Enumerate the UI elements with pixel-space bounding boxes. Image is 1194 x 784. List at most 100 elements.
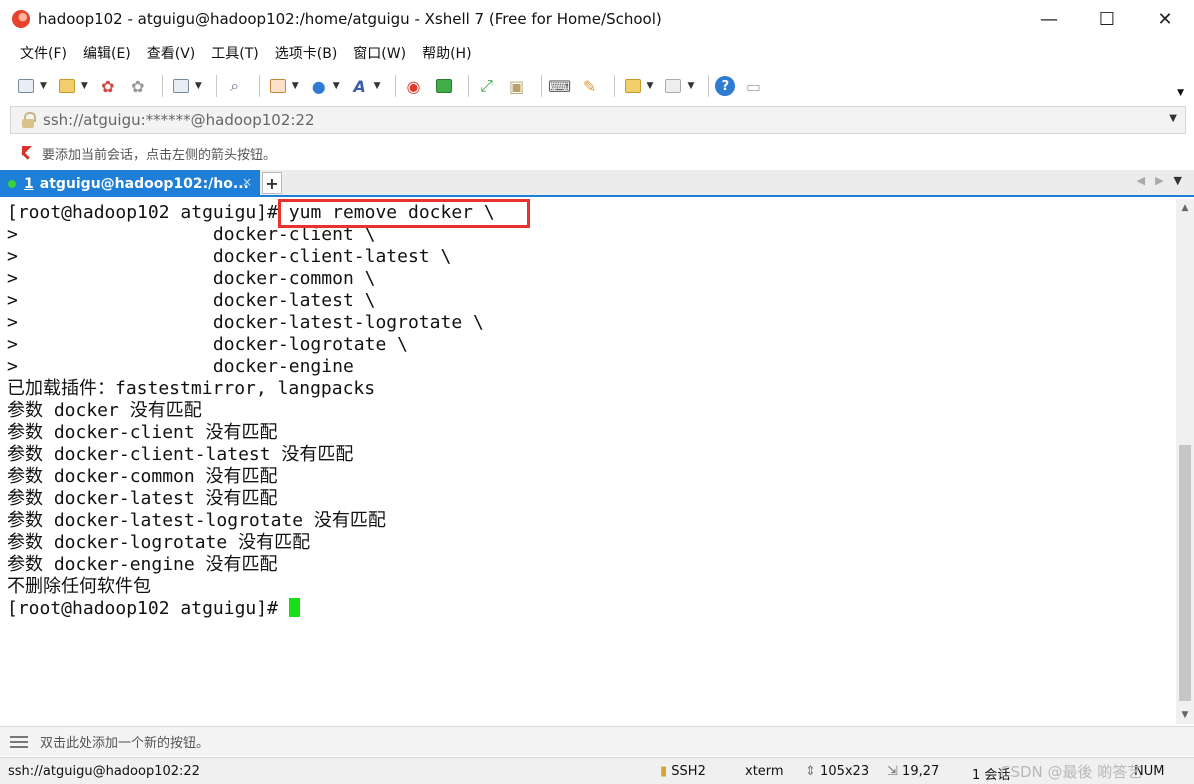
highlight-pen-icon[interactable]: ✎	[578, 74, 602, 98]
cursor-pos-icon: ⇲	[887, 764, 898, 779]
menu-help[interactable]: 帮助(H)	[414, 43, 479, 63]
terminal-line: [root@hadoop102 atguigu]# yum remove doc…	[7, 202, 1176, 224]
chat-icon[interactable]: ▭	[741, 74, 765, 98]
status-protocol: ▮ SSH2	[660, 764, 706, 779]
terminal-line: 已加载插件：fastestmirror, langpacks	[7, 378, 376, 399]
scroll-down-icon[interactable]: ▼	[1176, 706, 1194, 724]
menu-window[interactable]: 窗口(W)	[345, 43, 414, 63]
font-dropdown-icon[interactable]: ▼	[374, 81, 381, 91]
tab-close-icon[interactable]: ×	[242, 175, 252, 189]
transfer-icon[interactable]	[266, 74, 290, 98]
maximize-button[interactable]: ☐	[1078, 0, 1136, 38]
properties-icon[interactable]	[169, 74, 193, 98]
disconnect-icon[interactable]: ✿	[126, 74, 150, 98]
quick-session-hint: 要添加当前会话，点击左侧的箭头按钮。	[42, 147, 277, 163]
add-session-arrow-icon[interactable]	[20, 146, 34, 160]
new-session-dropdown-icon[interactable]: ▼	[40, 81, 47, 91]
add-button-hint: 双击此处添加一个新的按钮。	[40, 736, 210, 751]
menu-view[interactable]: 查看(V)	[139, 43, 204, 63]
terminal-scrollbar[interactable]: ▲ ▼	[1176, 199, 1194, 724]
status-connection: ssh://atguigu@hadoop102:22	[8, 764, 200, 779]
lock-icon	[21, 112, 36, 128]
tab-bar: 1 atguigu@hadoop102:/ho... × + ◀ ▶ ▼	[0, 170, 1194, 197]
terminal-line: > docker-latest \	[7, 290, 376, 311]
terminal-line: > docker-common \	[7, 268, 376, 289]
reconnect-icon[interactable]: ✿	[96, 74, 120, 98]
terminal-line: 参数 docker-logrotate 没有匹配	[7, 532, 311, 553]
terminal-line: 参数 docker-common 没有匹配	[7, 466, 278, 487]
tab-list-dropdown-icon[interactable]: ▼	[1174, 174, 1182, 187]
tab-number: 1	[24, 175, 34, 192]
tab-label: atguigu@hadoop102:/ho...	[39, 175, 249, 192]
csdn-watermark: CSDN @最後 啲答艺	[1000, 763, 1143, 781]
toolbar-divider	[161, 75, 163, 97]
address-dropdown-icon[interactable]: ▼	[1169, 113, 1177, 124]
terminal-line: 参数 docker-client 没有匹配	[7, 422, 278, 443]
toolbar-divider	[394, 75, 396, 97]
tab-next-icon[interactable]: ▶	[1155, 174, 1163, 187]
tab-prev-icon[interactable]: ◀	[1137, 174, 1145, 187]
prompt: [root@hadoop102 atguigu]#	[7, 598, 289, 619]
toolbar: ▼ ▼ ✿ ✿ ▼ ⌕ ▼ ● ▼ A ▼ ◉ ⤢ ▣ ⌨ ✎ ▼ ▼ ? ▭	[0, 68, 1194, 104]
terminal-line: > docker-engine	[7, 356, 354, 377]
protocol-text: SSH2	[671, 764, 706, 779]
scroll-thumb[interactable]	[1179, 445, 1191, 701]
terminal-line: > docker-client \	[7, 224, 376, 245]
terminal-line: > docker-client-latest \	[7, 246, 452, 267]
layout-icon[interactable]	[661, 74, 685, 98]
close-button[interactable]: ✕	[1136, 0, 1194, 38]
new-session-icon[interactable]	[14, 74, 38, 98]
terminal-line: 参数 docker 没有匹配	[7, 400, 202, 421]
terminal-line: 参数 docker-latest-logrotate 没有匹配	[7, 510, 386, 531]
command-highlight-box	[278, 199, 530, 228]
xshell-swirl-icon[interactable]: ◉	[402, 74, 426, 98]
status-cursor: ⇲ 19,27	[887, 764, 939, 779]
toolbar-divider	[258, 75, 260, 97]
lock-icon[interactable]: ▣	[505, 74, 529, 98]
quick-button-bar[interactable]: 双击此处添加一个新的按钮。	[0, 726, 1194, 756]
transfer-dropdown-icon[interactable]: ▼	[292, 81, 299, 91]
terminal-line: > docker-latest-logrotate \	[7, 312, 484, 333]
menu-tabs[interactable]: 选项卡(B)	[267, 43, 346, 63]
menu-file[interactable]: 文件(F)	[12, 43, 75, 63]
terminal-cursor	[288, 598, 300, 617]
window-title: hadoop102 - atguigu@hadoop102:/home/atgu…	[38, 10, 662, 28]
toolbar-divider	[708, 75, 710, 97]
open-dropdown-icon[interactable]: ▼	[81, 81, 88, 91]
menu-edit[interactable]: 编辑(E)	[75, 43, 139, 63]
xftp-icon[interactable]	[432, 74, 456, 98]
layout-dropdown-icon[interactable]: ▼	[687, 81, 694, 91]
terminal-line: 参数 docker-engine 没有匹配	[7, 554, 278, 575]
font-icon[interactable]: A	[348, 74, 372, 98]
tab-session-1[interactable]: 1 atguigu@hadoop102:/ho... ×	[0, 170, 260, 197]
minimize-button[interactable]: —	[1020, 0, 1078, 38]
toolbar-divider	[215, 75, 217, 97]
toolbar-overflow-icon[interactable]: ▼	[1177, 88, 1184, 98]
toolbar-divider	[613, 75, 615, 97]
globe-dropdown-icon[interactable]: ▼	[333, 81, 340, 91]
globe-icon[interactable]: ●	[307, 74, 331, 98]
help-icon[interactable]: ?	[715, 76, 736, 96]
hamburger-menu-icon[interactable]	[10, 735, 28, 748]
quick-session-bar: 要添加当前会话，点击左侧的箭头按钮。	[0, 138, 1194, 168]
add-folder-dropdown-icon[interactable]: ▼	[647, 81, 654, 91]
menu-tools[interactable]: 工具(T)	[203, 43, 266, 63]
connected-status-icon	[8, 179, 16, 188]
new-tab-button[interactable]: +	[262, 172, 282, 194]
size-text: 105x23	[820, 764, 870, 779]
properties-dropdown-icon[interactable]: ▼	[195, 81, 202, 91]
scroll-up-icon[interactable]: ▲	[1176, 199, 1194, 217]
toolbar-divider	[540, 75, 542, 97]
address-bar[interactable]: ssh://atguigu:******@hadoop102:22 ▼	[10, 106, 1186, 134]
status-bar: ssh://atguigu@hadoop102:22 ▮ SSH2 xterm …	[0, 757, 1194, 784]
terminal-line: 不删除任何软件包	[7, 576, 151, 597]
tab-navigation: ◀ ▶ ▼	[1137, 174, 1182, 187]
add-folder-icon[interactable]	[621, 74, 645, 98]
keyboard-icon[interactable]: ⌨	[548, 74, 572, 98]
find-icon[interactable]: ⌕	[223, 74, 247, 98]
fullscreen-icon[interactable]: ⤢	[475, 74, 499, 98]
open-folder-icon[interactable]	[55, 74, 79, 98]
terminal-area[interactable]: [root@hadoop102 atguigu]# yum remove doc…	[0, 199, 1176, 724]
prompt: [root@hadoop102 atguigu]#	[7, 202, 278, 223]
terminal-line: 参数 docker-latest 没有匹配	[7, 488, 278, 509]
